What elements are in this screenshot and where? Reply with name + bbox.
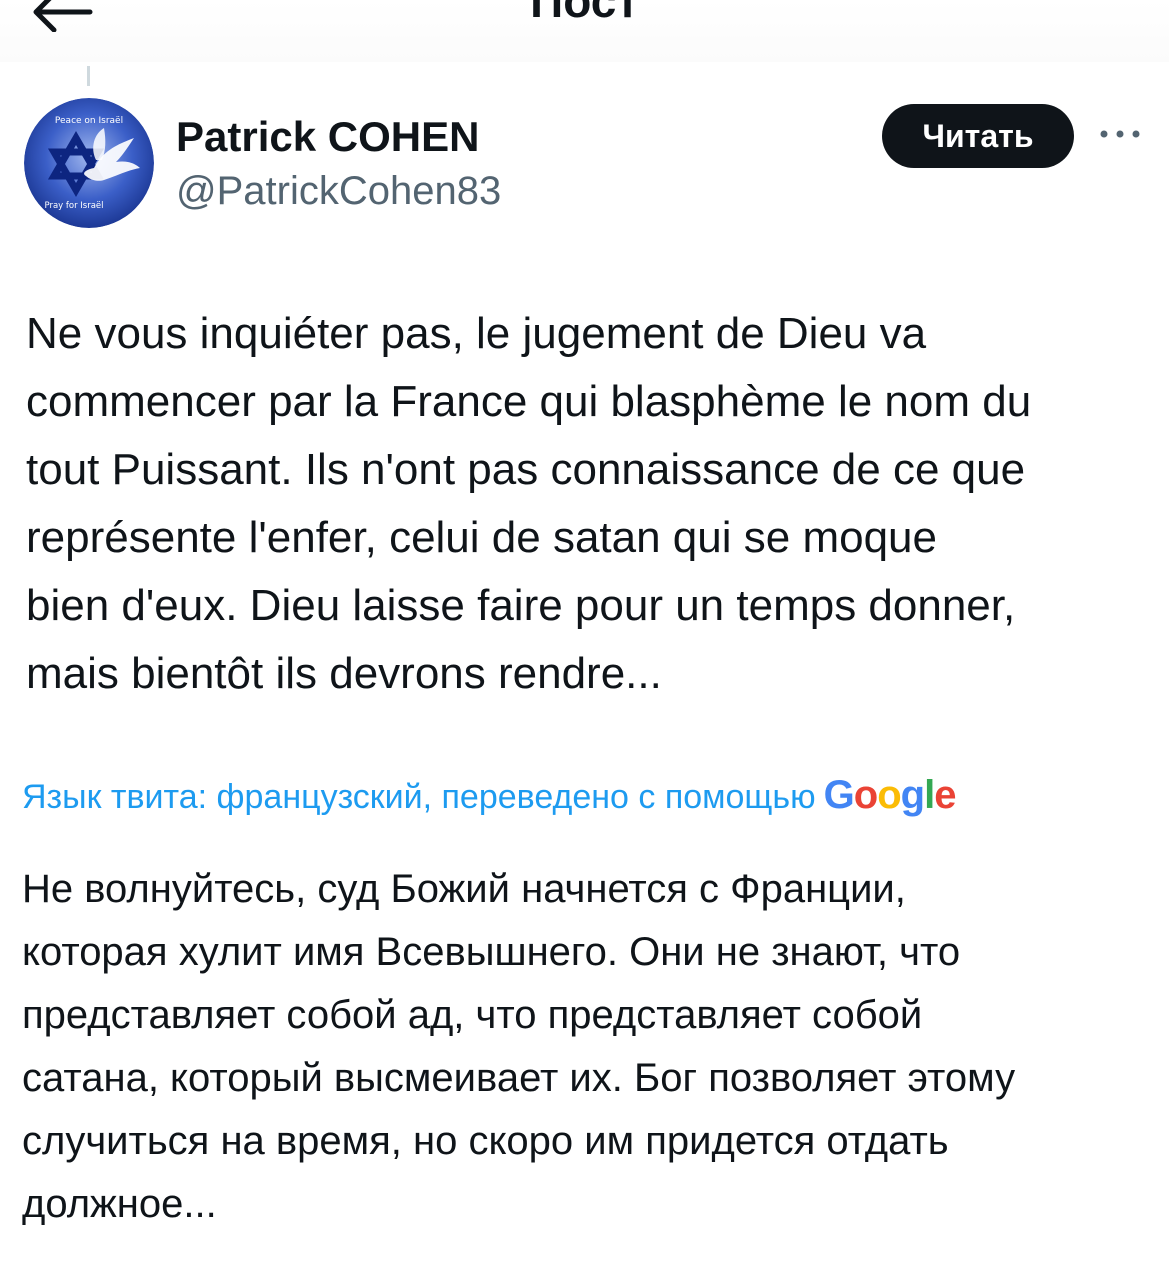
tweet-text-line: bien d'eux. Dieu laisse faire pour un te… (26, 581, 1016, 630)
tweet-text-line: commencer par la France qui blasphème le… (26, 377, 1032, 426)
google-logo-letter: l (924, 773, 935, 817)
more-horizontal-icon (1100, 130, 1140, 138)
tweet-text-line: tout Puissant. Ils n'ont pas connaissanc… (26, 445, 1026, 494)
tweet-text: Ne vous inquiéter pas, le jugement de Di… (26, 300, 1156, 708)
translation-note-text: Язык твита: французский, переведено с по… (22, 778, 816, 816)
translated-text-line: которая хулит имя Всевышнего. Они не зна… (22, 930, 961, 974)
translation-attribution-link[interactable]: Язык твита: французский, переведено с по… (22, 770, 957, 822)
translated-text-line: Не волнуйтесь, суд Божий начнется с Фран… (22, 867, 906, 911)
google-logo-letter: e (934, 773, 956, 817)
google-logo-letter: o (877, 773, 901, 817)
translated-text-line: случиться на время, но скоро им придется… (22, 1119, 949, 1163)
google-logo: Google (823, 773, 957, 817)
thread-connector-line (87, 66, 90, 86)
avatar[interactable]: Peace on Israël Pray for Israël (24, 98, 154, 228)
follow-button[interactable]: Читать (882, 104, 1074, 168)
tweet-text-line: mais bientôt ils devrons rendre... (26, 649, 662, 698)
translated-text-line: должное... (22, 1182, 217, 1226)
google-logo-letter: g (900, 773, 925, 817)
top-navigation-bar: Пост (0, 0, 1169, 62)
svg-text:Pray for Israël: Pray for Israël (44, 201, 103, 211)
tweet-text-line: Ne vous inquiéter pas, le jugement de Di… (26, 309, 927, 358)
svg-text:Peace on Israël: Peace on Israël (55, 116, 123, 126)
google-logo-letter: o (853, 773, 878, 817)
translated-text-line: сатана, который высмеивает их. Бог позво… (22, 1056, 1016, 1100)
page-title: Пост (530, 0, 639, 27)
tweet-text-line: représente l'enfer, celui de satan qui s… (26, 513, 937, 562)
google-logo-letter: G (823, 773, 855, 817)
author-display-name[interactable]: Patrick COHEN (176, 112, 479, 162)
avatar-image: Peace on Israël Pray for Israël (24, 98, 154, 228)
translated-tweet-text: Не волнуйтесь, суд Божий начнется с Фран… (22, 858, 1152, 1236)
more-options-button[interactable] (1098, 120, 1142, 148)
translated-text-line: представляет собой ад, что представляет … (22, 993, 923, 1037)
author-handle[interactable]: @PatrickCohen83 (176, 167, 501, 215)
